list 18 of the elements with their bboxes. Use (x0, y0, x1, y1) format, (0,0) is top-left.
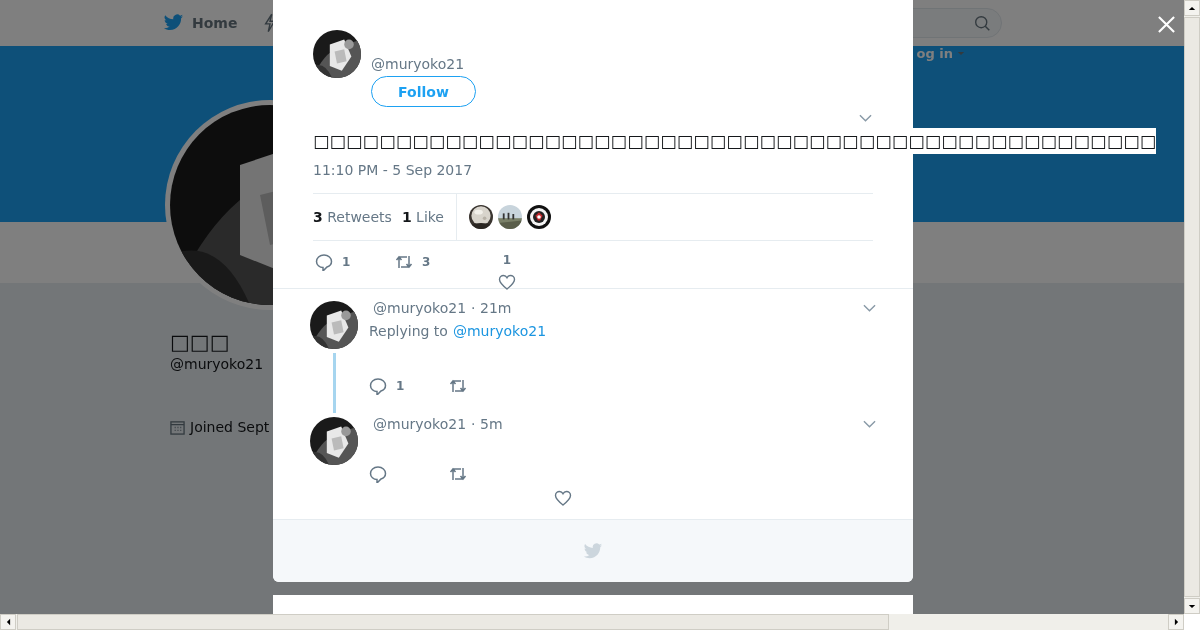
mention-link[interactable]: @muryoko21 (452, 323, 547, 339)
home-tab[interactable]: Home (163, 14, 238, 32)
like-button[interactable]: 1 (498, 253, 516, 291)
tweet-timestamp[interactable]: 11:10 PM - 5 Sep 2017 (313, 160, 913, 180)
reply-time[interactable]: · 21m (471, 300, 512, 316)
tweet-text: □□□□□□□□□□□□□□□□□□□□□□□□□□□□□□□□□□□□□□□□□□□□□□□□□□□ (313, 128, 1157, 154)
user-handle[interactable]: @muryoko21 (373, 300, 467, 316)
profile-handle: @muryoko21 (170, 355, 264, 373)
follow-button[interactable]: Follow (371, 76, 476, 107)
joined-date: Joined Sept (190, 419, 270, 435)
replying-label: Replying to (369, 323, 448, 339)
user-handle[interactable]: @muryoko21 (373, 416, 467, 432)
reply-time[interactable]: · 5m (471, 416, 503, 432)
user-handle[interactable]: @muryoko21 (371, 56, 465, 72)
retweet-button[interactable]: 3 (395, 253, 498, 271)
profile-name: □□□ (170, 329, 230, 355)
likes-stat[interactable]: 1 Like (401, 209, 444, 225)
reply-button[interactable]: 1 (369, 377, 449, 395)
